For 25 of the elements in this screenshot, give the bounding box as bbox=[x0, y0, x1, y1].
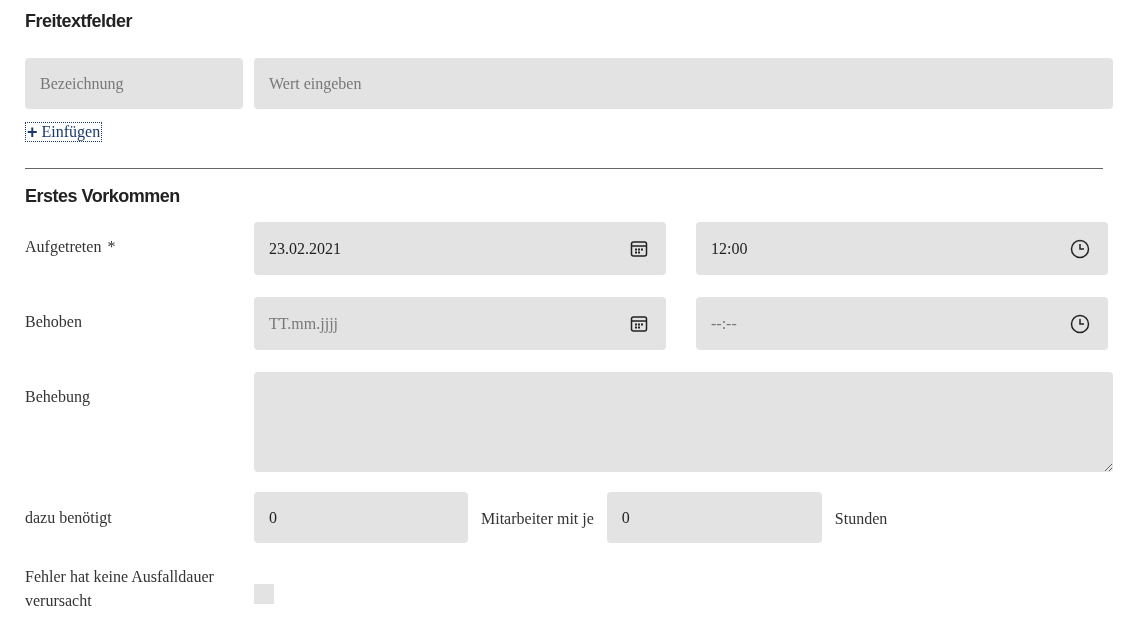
clock-icon[interactable] bbox=[1070, 313, 1090, 334]
field-label: dazu benötigt bbox=[25, 508, 112, 526]
time-field[interactable]: --:-- bbox=[696, 297, 1108, 350]
section-heading: Erstes Vorkommen bbox=[25, 185, 181, 207]
date-field[interactable]: TT.mm.jjjj bbox=[254, 297, 666, 350]
section-heading: Freitextfelder bbox=[25, 10, 134, 32]
textarea-field[interactable] bbox=[254, 372, 1113, 472]
number-field[interactable]: 0 bbox=[254, 492, 468, 543]
required-mark: * bbox=[107, 237, 116, 257]
add-link[interactable]: + Einfügen bbox=[25, 122, 103, 142]
field-label: Behoben bbox=[25, 312, 82, 332]
date-field[interactable]: 23.02.2021 bbox=[254, 222, 666, 275]
time-field[interactable]: 12:00 bbox=[696, 222, 1108, 275]
field-label: Fehler hat keine Ausfalldauer verursacht bbox=[25, 567, 215, 611]
clock-icon[interactable] bbox=[1070, 238, 1090, 259]
field-label: Behebung bbox=[25, 387, 90, 408]
field-label: Stunden bbox=[833, 508, 889, 529]
field-label: Mitarbeiter mit je bbox=[480, 508, 595, 530]
calendar-icon[interactable] bbox=[630, 314, 648, 333]
number-field[interactable]: 0 bbox=[606, 492, 822, 543]
field-label: Aufgetreten bbox=[25, 237, 102, 258]
calendar-icon[interactable] bbox=[630, 239, 648, 258]
value-field[interactable]: Wert eingeben bbox=[254, 58, 1113, 109]
checkbox[interactable] bbox=[254, 584, 274, 604]
label-field[interactable]: Bezeichnung bbox=[25, 58, 243, 109]
